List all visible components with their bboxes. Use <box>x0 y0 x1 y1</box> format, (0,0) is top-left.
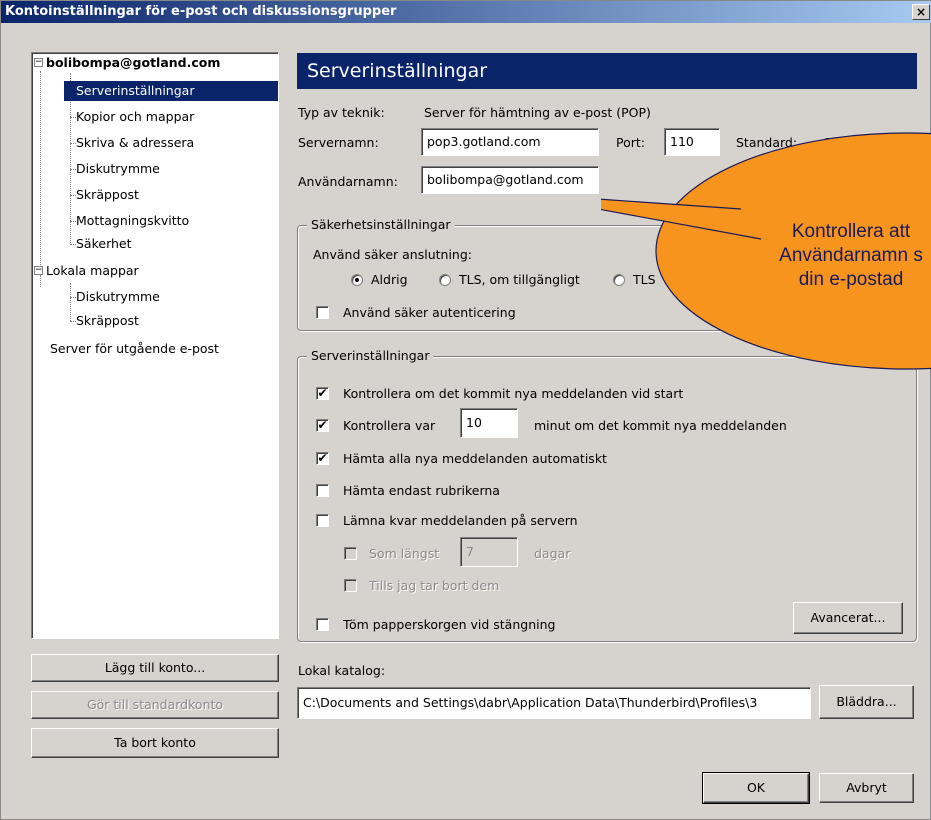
close-icon[interactable]: × <box>912 4 930 20</box>
server-name-input[interactable]: pop3.gotland.com <box>421 128 599 156</box>
server-settings-legend: Serverinställningar <box>307 348 434 363</box>
check-every-suffix: minut om det kommit nya meddelanden <box>534 418 787 433</box>
tree-item-mottagningskvitto[interactable]: Mottagningskvitto <box>76 211 189 231</box>
advanced-button[interactable]: Avancerat... <box>793 602 903 634</box>
tree-account[interactable]: bolibompa@gotland.com <box>46 53 220 73</box>
annotation-callout: Kontrollera att Användarnamn s din e-pos… <box>601 131 931 391</box>
callout-line: Användarnamn s <box>779 245 923 266</box>
collapse-icon[interactable]: − <box>34 58 43 67</box>
set-default-account-button[interactable]: Gör till standardkonto <box>31 691 279 719</box>
security-legend: Säkerhetsinställningar <box>307 217 455 232</box>
headers-only-checkbox[interactable] <box>316 484 329 497</box>
until-deleted-checkbox[interactable] <box>344 579 357 592</box>
empty-trash-checkbox[interactable] <box>316 618 329 631</box>
cancel-button[interactable]: Avbryt <box>819 773 914 803</box>
check-every-label[interactable]: Kontrollera var <box>343 418 435 433</box>
check-every-checkbox[interactable]: ✔ <box>316 419 329 432</box>
tree-item-diskutrymme[interactable]: Diskutrymme <box>76 159 160 179</box>
server-type-label: Typ av teknik: <box>298 105 385 120</box>
title-bar: Kontoinställningar för e-post och diskus… <box>1 1 931 23</box>
callout-text: Kontrollera att Användarnamn s din e-pos… <box>701 220 931 292</box>
check-on-start-checkbox[interactable]: ✔ <box>316 387 329 400</box>
account-settings-window: Kontoinställningar för e-post och diskus… <box>0 0 931 820</box>
collapse-icon[interactable]: − <box>34 266 43 275</box>
tree-item-local-diskutrymme[interactable]: Diskutrymme <box>76 287 160 307</box>
panel-header: Serverinställningar <box>297 53 917 89</box>
tree-item-local-skrappost[interactable]: Skräppost <box>76 311 139 331</box>
tree-local-folders[interactable]: Lokala mappar <box>46 261 139 281</box>
at-most-days-input[interactable]: 7 <box>460 537 518 567</box>
local-directory-input[interactable]: C:\Documents and Settings\dabr\Applicati… <box>297 687 811 719</box>
tree-item-skriva[interactable]: Skriva & adressera <box>76 133 194 153</box>
radio-selected-icon <box>355 278 359 282</box>
tree-line <box>70 283 71 321</box>
browse-button[interactable]: Bläddra... <box>819 685 914 719</box>
server-name-label: Servernamn: <box>298 135 379 150</box>
until-deleted-label[interactable]: Tills jag tar bort dem <box>369 578 499 593</box>
tree-line <box>40 71 41 271</box>
auto-download-checkbox[interactable]: ✔ <box>316 452 329 465</box>
tree-item-skrappost[interactable]: Skräppost <box>76 185 139 205</box>
auto-download-label[interactable]: Hämta alla nya meddelanden automatiskt <box>343 451 607 466</box>
username-input[interactable]: bolibompa@gotland.com <box>421 166 599 194</box>
tree-item-kopior[interactable]: Kopior och mappar <box>76 107 194 127</box>
leave-on-server-checkbox[interactable] <box>316 514 329 527</box>
tree-item-serverinstallningar[interactable]: Serverinställningar <box>64 81 278 101</box>
tree-outgoing-server[interactable]: Server för utgående e-post <box>50 339 219 359</box>
window-title: Kontoinställningar för e-post och diskus… <box>5 4 397 19</box>
remove-account-button[interactable]: Ta bort konto <box>31 728 279 758</box>
empty-trash-label[interactable]: Töm papperskorgen vid stängning <box>343 617 555 632</box>
callout-line: Kontrollera att <box>791 221 911 242</box>
local-directory-label: Lokal katalog: <box>298 663 386 678</box>
secure-connection-label: Använd säker anslutning: <box>313 247 472 262</box>
server-type-value: Server för hämtning av e-post (POP) <box>424 105 651 120</box>
at-most-checkbox[interactable] <box>344 547 357 560</box>
radio-tls-if-available-label[interactable]: TLS, om tillgängligt <box>459 272 580 287</box>
radio-never[interactable] <box>351 274 363 286</box>
callout-line: din e-postad <box>798 269 904 290</box>
radio-never-label[interactable]: Aldrig <box>371 272 408 287</box>
username-label: Användarnamn: <box>298 174 398 189</box>
secure-auth-checkbox[interactable] <box>316 306 329 319</box>
leave-on-server-label[interactable]: Lämna kvar meddelanden på servern <box>343 513 578 528</box>
account-tree: − bolibompa@gotland.com Serverinställnin… <box>31 52 279 639</box>
check-interval-input[interactable]: 10 <box>460 408 518 438</box>
add-account-button[interactable]: Lägg till konto... <box>31 654 279 682</box>
radio-tls-if-available[interactable] <box>439 274 451 286</box>
headers-only-label[interactable]: Hämta endast rubrikerna <box>343 483 500 498</box>
secure-auth-label[interactable]: Använd säker autenticering <box>343 305 516 320</box>
at-most-suffix: dagar <box>534 546 571 561</box>
tree-line <box>40 275 41 287</box>
tree-item-sakerhet[interactable]: Säkerhet <box>76 234 132 254</box>
ok-button[interactable]: OK <box>702 772 810 804</box>
at-most-label[interactable]: Som längst <box>369 546 439 561</box>
